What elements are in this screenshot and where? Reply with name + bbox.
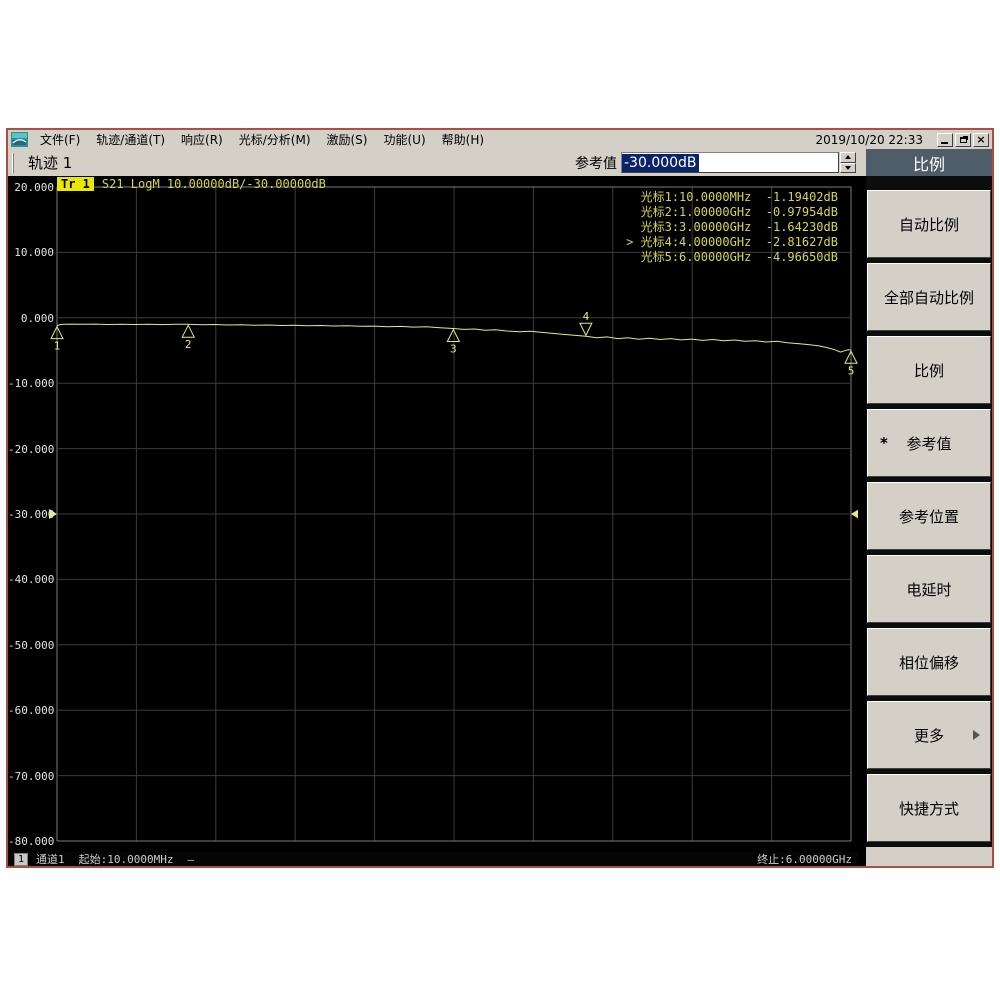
softkey-button-9[interactable]: 快捷方式: [867, 774, 991, 842]
y-axis-tick-label: 10.000: [14, 246, 54, 260]
sweep-separator: —: [187, 852, 195, 866]
marker-readout-line: 光标5:6.00000GHz -4.96650dB: [640, 250, 838, 264]
menu-item-7[interactable]: 帮助(H): [434, 130, 492, 149]
up-arrow-icon: [845, 155, 851, 160]
reference-value-selected-text: -30.000dB: [622, 153, 699, 172]
menu-item-5[interactable]: 激励(S): [319, 130, 376, 149]
softkey-label: 全部自动比例: [883, 288, 974, 307]
softkey-button-7[interactable]: 相位偏移: [867, 628, 991, 696]
marker-5-number: 5: [848, 364, 855, 377]
trace-badge: Tr 1: [57, 176, 94, 191]
menu-item-1[interactable]: 文件(F): [32, 130, 88, 149]
datetime-display: 2019/10/20 22:33: [815, 132, 923, 147]
channel-badge: 1: [14, 852, 29, 866]
trace-name-label: 轨迹 1: [28, 154, 73, 172]
y-axis-tick-label: -10.000: [8, 377, 55, 391]
trace-toolbar: 轨迹 1 参考值 -30.000dB: [8, 149, 858, 176]
down-arrow-icon: [845, 165, 851, 170]
marker-readout-panel: 光标1:10.0000MHz -1.19402dB 光标2:1.00000GHz …: [626, 190, 838, 265]
display-area: 1 2 3 4 5 Tr 1 S21 LogM 10.00000dB/-30.00000…: [8, 176, 866, 866]
menu-item-4[interactable]: 光标/分析(M): [231, 130, 319, 149]
minimize-button[interactable]: [937, 132, 953, 147]
stop-frequency-label: 终止:6.00000GHz: [757, 853, 852, 866]
trace-format-text: S21 LogM 10.00000dB/-30.00000dB: [101, 176, 326, 191]
softkey-button-8[interactable]: 更多: [867, 701, 991, 769]
softkey-button-2[interactable]: 全部自动比例: [867, 263, 991, 331]
softkey-label: 自动比例: [898, 215, 959, 234]
softkey-label: 相位偏移: [898, 653, 959, 672]
y-axis-tick-label: 0.000: [20, 311, 54, 325]
marker-readout-line: 光标1:10.0000MHz -1.19402dB: [640, 190, 838, 204]
reference-value-spinner: [840, 152, 856, 173]
s21-trace-chart: 1 2 3 4 5: [49, 186, 858, 842]
softkey-button-6[interactable]: 电延时: [867, 555, 991, 623]
y-axis-tick-label: -50.000: [8, 638, 55, 652]
reference-value-label: 参考值: [575, 155, 617, 172]
softkey-sidebar: 比例 自动比例 全部自动比例 比例 * 参考值 参考位置 电延时 相位偏移 更多 快捷方式: [866, 149, 992, 866]
status-bar: 1 通道1 起始:10.0000MHz — 终止:6.00000GHz: [8, 852, 858, 866]
marker-readout-line-active: > 光标4:4.00000GHz -2.81627dB: [626, 235, 838, 249]
sidebar-footer: [866, 847, 992, 866]
close-icon: ×: [976, 133, 986, 146]
close-button[interactable]: ×: [973, 132, 989, 147]
reference-level-arrow-right: [851, 509, 858, 519]
softkey-menu-title: 比例: [866, 149, 992, 176]
spinner-up-button[interactable]: [840, 152, 856, 163]
marker-readout-line: 光标3:3.00000GHz -1.64230dB: [640, 220, 838, 234]
softkey-button-1[interactable]: 自动比例: [867, 190, 991, 258]
spinner-down-button[interactable]: [840, 162, 856, 173]
y-axis-tick-label: 20.000: [14, 181, 54, 194]
restore-icon: [960, 136, 967, 143]
y-axis-tick-label: -20.000: [8, 442, 55, 456]
submenu-arrow-icon: [973, 730, 980, 740]
softkey-button-3[interactable]: 比例: [867, 336, 991, 404]
softkey-label: 参考位置: [898, 507, 959, 526]
softkey-label: 电延时: [906, 580, 952, 599]
marker-4-number: 4: [583, 310, 590, 323]
softkey-label: 参考值: [906, 434, 952, 453]
channel-label: 通道1: [36, 853, 65, 866]
marker-3-number: 3: [450, 343, 457, 356]
softkey-button-5[interactable]: 参考位置: [867, 482, 991, 550]
menu-item-6[interactable]: 功能(U): [375, 130, 433, 149]
reference-value-input[interactable]: -30.000dB: [621, 152, 839, 173]
trace-status-line[interactable]: Tr 1 S21 LogM 10.00000dB/-30.00000dB: [57, 176, 326, 191]
vna-application-window: 文件(F) 轨迹/通道(T) 响应(R) 光标/分析(M) 激励(S) 功能(U) 帮助(H…: [6, 128, 994, 868]
menu-item-2[interactable]: 轨迹/通道(T): [88, 130, 173, 149]
menu-item-3[interactable]: 响应(R): [173, 130, 231, 149]
y-axis-tick-label: -30.000: [8, 508, 55, 521]
restore-button[interactable]: [955, 132, 971, 147]
softkey-button-4[interactable]: * 参考值: [867, 409, 991, 477]
softkey-label: 快捷方式: [898, 799, 959, 818]
y-axis-tick-label: -40.000: [8, 573, 55, 587]
marker-2-number: 2: [185, 338, 192, 351]
softkey-label: 比例: [913, 361, 944, 380]
marker-readout-line: 光标2:1.00000GHz -0.97954dB: [640, 205, 838, 219]
marker-2-triangle: [181, 324, 196, 338]
plot-area: 1 2 3 4 5 Tr 1 S21 LogM 10.00000dB/-30.00000…: [8, 176, 858, 852]
menu-bar: 文件(F) 轨迹/通道(T) 响应(R) 光标/分析(M) 激励(S) 功能(U) 帮助(H…: [8, 130, 992, 149]
marker-4-triangle: [579, 322, 593, 337]
softkey-label: 更多: [913, 726, 944, 745]
marker-3-triangle: [446, 328, 461, 343]
y-axis-tick-label: -70.000: [8, 769, 55, 783]
y-axis-tick-label: -60.000: [8, 704, 55, 718]
y-axis-tick-label: -80.000: [8, 835, 55, 848]
toolbar-grip: [12, 152, 14, 173]
app-icon: [11, 132, 28, 147]
minimize-icon: [941, 141, 948, 144]
marker-1-number: 1: [54, 340, 61, 353]
active-function-asterisk: *: [880, 434, 888, 452]
start-frequency-label: 起始:10.0000MHz: [78, 853, 174, 866]
